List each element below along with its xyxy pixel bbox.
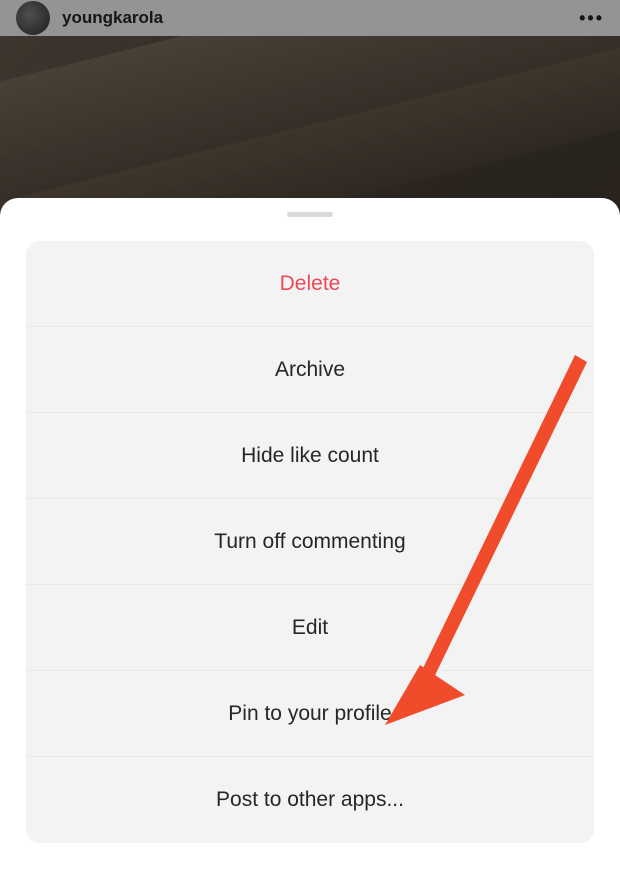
menu-item-label: Pin to your profile xyxy=(228,702,391,726)
menu-item-pin-to-profile[interactable]: Pin to your profile xyxy=(26,671,594,757)
menu-item-turn-off-commenting[interactable]: Turn off commenting xyxy=(26,499,594,585)
menu-item-delete[interactable]: Delete xyxy=(26,241,594,327)
action-sheet: Delete Archive Hide like count Turn off … xyxy=(0,198,620,880)
menu-item-label: Archive xyxy=(275,358,345,382)
menu-item-hide-like-count[interactable]: Hide like count xyxy=(26,413,594,499)
menu-item-archive[interactable]: Archive xyxy=(26,327,594,413)
menu-item-edit[interactable]: Edit xyxy=(26,585,594,671)
menu-item-label: Post to other apps... xyxy=(216,788,404,812)
menu-item-label: Hide like count xyxy=(241,444,379,468)
sheet-grabber[interactable] xyxy=(287,212,333,217)
menu-item-label: Turn off commenting xyxy=(214,530,405,554)
menu-item-label: Edit xyxy=(292,616,328,640)
menu-item-post-to-other-apps[interactable]: Post to other apps... xyxy=(26,757,594,843)
action-menu: Delete Archive Hide like count Turn off … xyxy=(26,241,594,843)
menu-item-label: Delete xyxy=(280,272,341,296)
